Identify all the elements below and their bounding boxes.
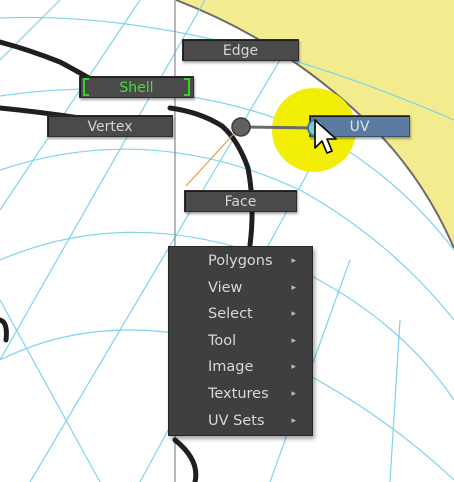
menu-item-label: Image — [208, 359, 254, 376]
menu-item-label: Tool — [208, 332, 237, 349]
shell-button[interactable]: Shell — [79, 76, 194, 98]
submenu-arrow-icon: ▸ — [291, 309, 296, 320]
vertex-label: Vertex — [87, 119, 133, 135]
menu-item-label: UV Sets — [208, 412, 265, 429]
shell-label: Shell — [119, 80, 154, 96]
bracket-right-icon — [184, 78, 190, 96]
context-submenu: Polygons ▸ View ▸ Select ▸ Tool ▸ Image ▸ Tex… — [168, 246, 313, 436]
menu-item-select[interactable]: Select ▸ — [169, 301, 312, 328]
submenu-arrow-icon: ▸ — [291, 415, 296, 426]
menu-item-label: Polygons — [208, 253, 273, 269]
submenu-arrow-icon: ▸ — [291, 256, 296, 266]
menu-item-view[interactable]: View ▸ — [169, 275, 312, 302]
submenu-arrow-icon: ▸ — [291, 388, 296, 399]
submenu-arrow-icon: ▸ — [291, 335, 296, 346]
uv-label: UV — [349, 119, 370, 135]
menu-item-label: View — [208, 279, 243, 296]
submenu-arrow-icon: ▸ — [291, 362, 296, 373]
bracket-left-icon — [83, 78, 89, 96]
face-button[interactable]: Face — [184, 190, 297, 212]
menu-item-image[interactable]: Image ▸ — [169, 354, 312, 381]
marking-menu-center-icon — [231, 117, 251, 137]
edge-label: Edge — [222, 43, 259, 59]
menu-item-label: Select — [208, 306, 253, 323]
drag-line — [185, 126, 241, 187]
submenu-arrow-icon: ▸ — [291, 282, 296, 293]
vertex-button[interactable]: Vertex — [47, 115, 173, 137]
arrow-pointer-icon — [314, 119, 337, 154]
uv-editor-viewport[interactable]: Edge Shell Vertex UV Face Polygons ▸ View… — [0, 0, 454, 482]
menu-item-label: Textures — [208, 385, 269, 402]
face-label: Face — [224, 194, 257, 210]
menu-item-tool[interactable]: Tool ▸ — [169, 328, 312, 355]
menu-item-polygons[interactable]: Polygons ▸ — [169, 248, 312, 275]
edge-button[interactable]: Edge — [182, 39, 299, 61]
menu-item-uv-sets[interactable]: UV Sets ▸ — [169, 408, 312, 435]
menu-item-textures[interactable]: Textures ▸ — [169, 381, 312, 408]
